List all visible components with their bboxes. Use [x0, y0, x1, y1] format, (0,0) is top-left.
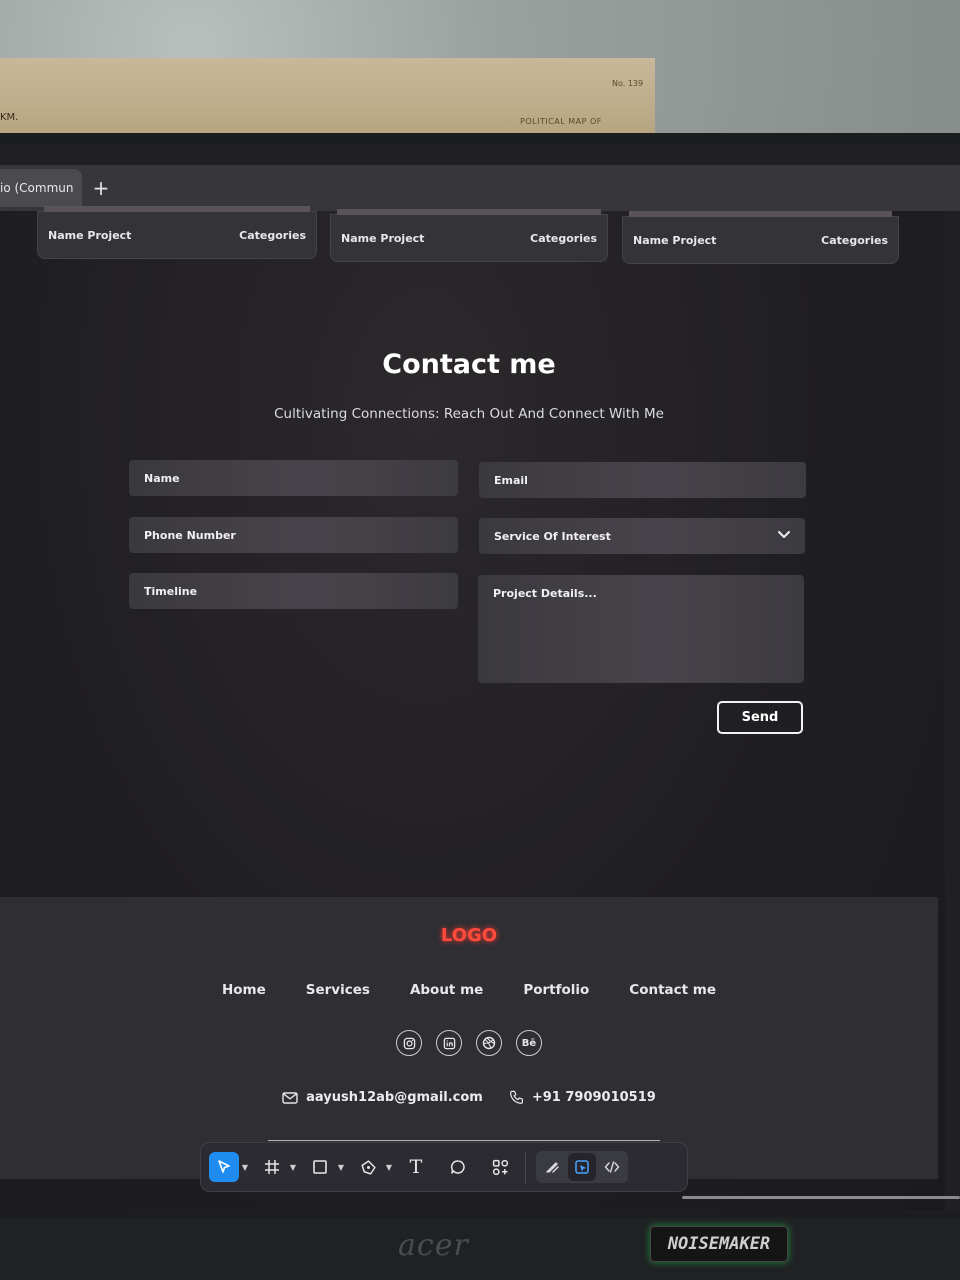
- map-number: No. 139: [612, 79, 644, 88]
- footer-divider: [268, 1140, 660, 1141]
- email-text: aayush12ab@gmail.com: [306, 1090, 483, 1105]
- wall-map: [0, 58, 655, 138]
- dev-mode-icon[interactable]: [598, 1153, 626, 1181]
- monitor-brand: acer: [398, 1228, 469, 1263]
- chevron-down-icon: [778, 531, 790, 538]
- mail-icon: [282, 1091, 298, 1104]
- pen-tool-dropdown[interactable]: ▼: [383, 1163, 395, 1172]
- project-thumbnail: [337, 209, 601, 215]
- send-button[interactable]: Send: [717, 701, 803, 734]
- contact-subtitle: Cultivating Connections: Reach Out And C…: [274, 406, 664, 422]
- linkedin-icon[interactable]: [436, 1030, 462, 1056]
- draw-mode-icon[interactable]: [538, 1153, 566, 1181]
- phone-icon: [509, 1090, 523, 1104]
- service-placeholder: Service Of Interest: [494, 530, 611, 543]
- phone-text: +91 7909010519: [531, 1090, 656, 1105]
- contact-info: aayush12ab@gmail.com +91 7909010519: [0, 1090, 938, 1105]
- footer-nav: Home Services About me Portfolio Contact…: [0, 982, 938, 998]
- email-field[interactable]: Email: [479, 462, 806, 498]
- details-placeholder: Project Details...: [493, 587, 597, 600]
- frame-tool-icon[interactable]: [257, 1152, 287, 1182]
- social-links: Bē: [0, 1030, 938, 1056]
- project-details-textarea[interactable]: Project Details...: [478, 575, 804, 683]
- instagram-icon[interactable]: [396, 1030, 422, 1056]
- design-toolbar: ▼ ▼ ▼ ▼ T: [200, 1142, 688, 1192]
- footer-logo[interactable]: LOGO: [0, 925, 938, 946]
- nav-portfolio[interactable]: Portfolio: [523, 982, 589, 998]
- project-name: Name Project: [341, 231, 425, 245]
- name-field[interactable]: Name: [129, 460, 458, 496]
- contact-title: Contact me: [382, 349, 556, 380]
- toolbar-separator: [525, 1151, 526, 1183]
- shape-tool-dropdown[interactable]: ▼: [335, 1163, 347, 1172]
- text-tool-icon[interactable]: T: [401, 1152, 431, 1182]
- frame-tool-dropdown[interactable]: ▼: [287, 1163, 299, 1172]
- browser-tab[interactable]: io (Commun: [0, 169, 82, 207]
- project-name: Name Project: [48, 228, 132, 242]
- comment-tool-icon[interactable]: [443, 1152, 473, 1182]
- phone-placeholder: Phone Number: [144, 529, 236, 542]
- project-card[interactable]: Name Project Categories: [37, 206, 317, 259]
- monitor-chin: [0, 1218, 960, 1280]
- project-card[interactable]: Name Project Categories: [330, 209, 608, 262]
- email-placeholder: Email: [494, 474, 528, 487]
- nav-about[interactable]: About me: [410, 982, 483, 998]
- noisemaker-sticker: NOISEMAKER: [650, 1226, 788, 1262]
- site-footer: LOGO Home Services About me Portfolio Co…: [0, 897, 938, 1179]
- move-tool-dropdown[interactable]: ▼: [239, 1163, 251, 1172]
- project-category: Categories: [239, 228, 306, 242]
- browser-tab-bar: io (Commun +: [0, 165, 960, 211]
- map-label: POLITICAL MAP OF: [520, 117, 602, 126]
- phone-field[interactable]: Phone Number: [129, 517, 458, 553]
- new-tab-button[interactable]: +: [90, 173, 112, 203]
- nav-home[interactable]: Home: [222, 982, 266, 998]
- pen-tool-icon[interactable]: [353, 1152, 383, 1182]
- map-km: KM.: [0, 112, 19, 123]
- timeline-placeholder: Timeline: [144, 585, 198, 598]
- actions-tool-icon[interactable]: [485, 1152, 515, 1182]
- project-card[interactable]: Name Project Categories: [622, 211, 899, 264]
- mode-switcher: [536, 1151, 628, 1183]
- nav-contact[interactable]: Contact me: [629, 982, 716, 998]
- project-category: Categories: [821, 233, 888, 247]
- design-canvas[interactable]: Name Project Categories Name Project Cat…: [0, 206, 945, 1211]
- project-thumbnail: [44, 206, 310, 212]
- behance-icon[interactable]: Bē: [516, 1030, 542, 1056]
- email-contact[interactable]: aayush12ab@gmail.com: [282, 1090, 483, 1105]
- project-category: Categories: [530, 231, 597, 245]
- phone-contact[interactable]: +91 7909010519: [509, 1090, 656, 1105]
- move-tool-icon[interactable]: [209, 1152, 239, 1182]
- service-select[interactable]: Service Of Interest: [479, 518, 805, 554]
- project-name: Name Project: [633, 233, 717, 247]
- timeline-field[interactable]: Timeline: [129, 573, 458, 609]
- design-mode-icon[interactable]: [568, 1153, 596, 1181]
- screen: io (Commun + Name Project Categories Nam…: [0, 145, 960, 1212]
- horizontal-scrollbar[interactable]: [682, 1196, 960, 1199]
- name-placeholder: Name: [144, 472, 180, 485]
- project-thumbnail: [629, 211, 892, 217]
- rectangle-tool-icon[interactable]: [305, 1152, 335, 1182]
- dribbble-icon[interactable]: [476, 1030, 502, 1056]
- nav-services[interactable]: Services: [306, 982, 370, 998]
